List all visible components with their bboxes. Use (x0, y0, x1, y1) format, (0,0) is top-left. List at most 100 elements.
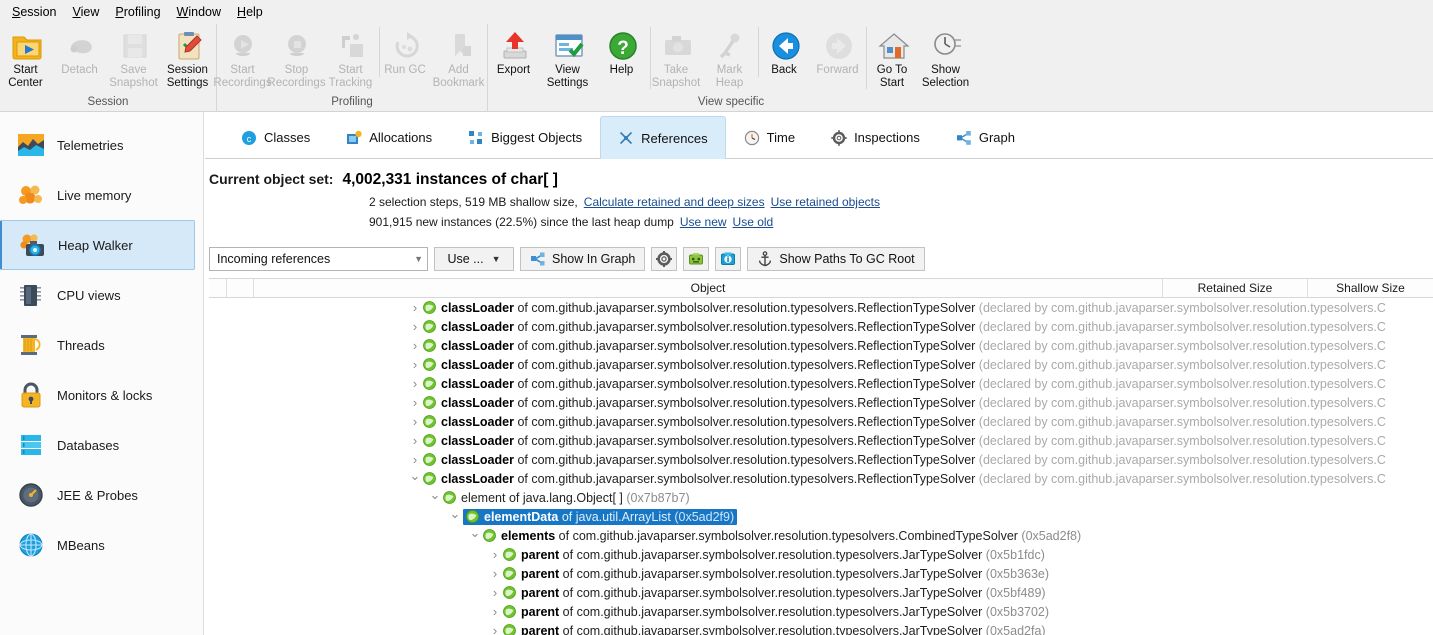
table-row[interactable]: ⌄ elementData of java.util.ArrayList (0x5… (209, 506, 1433, 526)
table-row[interactable]: › parent of com.github.javaparser.symbols… (209, 545, 1433, 564)
view-settings-button[interactable]: View Settings (542, 27, 596, 89)
node-text: parent of com.github.javaparser.symbolso… (521, 586, 1046, 600)
node-text: classLoader of com.github.javaparser.sym… (441, 453, 1386, 467)
use-new-link[interactable]: Use new (680, 215, 727, 229)
node-declared-by: (declared by com.github.javaparser.symbo… (975, 452, 1386, 467)
sidebar-item-threads[interactable]: Threads (0, 320, 203, 370)
node-declared-by: (declared by com.github.javaparser.symbo… (975, 338, 1386, 353)
column-header-spacer1[interactable] (209, 279, 227, 297)
node-type: of com.github.javaparser.symbolsolver.re… (513, 433, 976, 448)
chevron-down-icon[interactable]: ⌄ (469, 525, 481, 541)
chevron-right-icon[interactable]: › (489, 604, 501, 619)
table-row[interactable]: › classLoader of com.github.javaparser.sy… (209, 393, 1433, 412)
table-row[interactable]: › classLoader of com.github.javaparser.sy… (209, 336, 1433, 355)
node-text: classLoader of com.github.javaparser.sym… (441, 396, 1386, 410)
new-instances-text: 901,915 new instances (22.5%) since the … (369, 215, 674, 229)
node-address: (0x5bf489) (982, 585, 1046, 600)
sidebar-item-heap-walker[interactable]: Heap Walker (0, 220, 195, 270)
start-recordings-icon (228, 30, 260, 62)
chevron-right-icon[interactable]: › (489, 623, 501, 635)
object-node-icon (483, 529, 496, 542)
chevron-right-icon[interactable]: › (409, 357, 421, 372)
anchor-icon (757, 251, 773, 267)
show-paths-to-gc-root-button[interactable]: Show Paths To GC Root (747, 247, 925, 271)
column-header-retained-size[interactable]: Retained Size (1163, 279, 1308, 297)
node: parent of com.github.javaparser.symbolso… (503, 586, 1046, 600)
use-button[interactable]: Use ... ▼ (434, 247, 514, 271)
column-header-shallow-size[interactable]: Shallow Size (1308, 279, 1433, 297)
table-row[interactable]: ⌄ elements of com.github.javaparser.symbo… (209, 525, 1433, 545)
menu-item-view[interactable]: View (64, 2, 107, 23)
use-old-link[interactable]: Use old (733, 215, 774, 229)
table-row[interactable]: › classLoader of com.github.javaparser.sy… (209, 412, 1433, 431)
menu-item-profiling[interactable]: Profiling (107, 2, 168, 23)
view-settings-icon (553, 30, 585, 62)
chevron-right-icon[interactable]: › (489, 585, 501, 600)
table-row[interactable]: › classLoader of com.github.javaparser.sy… (209, 298, 1433, 317)
object-info-button[interactable] (715, 247, 742, 271)
sidebar-item-telemetries[interactable]: Telemetries (0, 120, 203, 170)
tab-classes[interactable]: c Classes (223, 116, 328, 158)
menu-item-help[interactable]: Help (229, 2, 271, 23)
detach-label: Detach (61, 64, 98, 76)
chevron-right-icon[interactable]: › (409, 433, 421, 448)
chevron-down-icon[interactable]: ⌄ (409, 468, 421, 484)
table-row[interactable]: › classLoader of com.github.javaparser.sy… (209, 355, 1433, 374)
calculate-retained-deep-sizes-link[interactable]: Calculate retained and deep sizes (584, 195, 765, 209)
reference-mode-select[interactable]: Incoming references ▼ (209, 247, 428, 271)
chevron-right-icon[interactable]: › (489, 547, 501, 562)
menu-item-session[interactable]: Session (4, 2, 64, 23)
tab-graph[interactable]: Graph (938, 116, 1033, 158)
start-center-button[interactable]: Start Center (0, 27, 54, 89)
use-retained-objects-link[interactable]: Use retained objects (771, 195, 880, 209)
help-button[interactable]: ? Help (596, 27, 650, 77)
show-in-graph-button[interactable]: Show In Graph (520, 247, 646, 271)
table-row[interactable]: › parent of com.github.javaparser.symbols… (209, 564, 1433, 583)
column-header-spacer2[interactable] (227, 279, 254, 297)
table-row[interactable]: › classLoader of com.github.javaparser.sy… (209, 450, 1433, 469)
table-row[interactable]: › classLoader of com.github.javaparser.sy… (209, 431, 1433, 450)
table-row[interactable]: ⌄ classLoader of com.github.javaparser.sy… (209, 468, 1433, 488)
table-row[interactable]: › parent of com.github.javaparser.symbols… (209, 621, 1433, 635)
column-header-object[interactable]: Object (254, 279, 1163, 297)
view-settings-label: View Settings (546, 64, 589, 89)
show-selection-button[interactable]: Show Selection (920, 27, 974, 89)
tab-time[interactable]: Time (726, 116, 813, 158)
object-node-icon (423, 472, 436, 485)
export-button[interactable]: Export (488, 27, 542, 77)
tab-biggest-objects[interactable]: Biggest Objects (450, 116, 600, 158)
table-row[interactable]: › parent of com.github.javaparser.symbols… (209, 583, 1433, 602)
chevron-down-icon[interactable]: ⌄ (449, 506, 461, 522)
chevron-right-icon[interactable]: › (409, 395, 421, 410)
sidebar-item-cpu-views[interactable]: CPU views (0, 270, 203, 320)
tab-allocations[interactable]: Allocations (328, 116, 450, 158)
chevron-right-icon[interactable]: › (489, 566, 501, 581)
tab-inspections[interactable]: Inspections (813, 116, 938, 158)
session-settings-button[interactable]: Session Settings (162, 27, 216, 89)
chevron-down-icon[interactable]: ⌄ (429, 487, 441, 503)
chevron-right-icon[interactable]: › (409, 376, 421, 391)
sidebar-item-live-memory[interactable]: Live memory (0, 170, 203, 220)
view-settings-button[interactable] (651, 247, 678, 271)
table-row[interactable]: › classLoader of com.github.javaparser.sy… (209, 317, 1433, 336)
go-to-start-button[interactable]: Go To Start (866, 27, 920, 89)
chevron-right-icon[interactable]: › (409, 300, 421, 315)
tab-references[interactable]: References (600, 116, 726, 159)
chevron-right-icon[interactable]: › (409, 414, 421, 429)
chevron-right-icon[interactable]: › (409, 338, 421, 353)
sidebar-item-databases[interactable]: Databases (0, 420, 203, 470)
sidebar-item-monitors-locks[interactable]: Monitors & locks (0, 370, 203, 420)
sidebar-item-mbeans[interactable]: MBeans (0, 520, 203, 570)
menu-item-window[interactable]: Window (169, 2, 229, 23)
table-body: › classLoader of com.github.javaparser.sy… (209, 298, 1433, 635)
show-selection-icon (931, 30, 963, 62)
table-row[interactable]: › classLoader of com.github.javaparser.sy… (209, 374, 1433, 393)
chevron-right-icon[interactable]: › (409, 319, 421, 334)
table-row[interactable]: ⌄ element of java.lang.Object[ ] (0x7b87b… (209, 487, 1433, 507)
back-button[interactable]: Back (758, 27, 812, 77)
sidebar-item-jee-probes[interactable]: JEE & Probes (0, 470, 203, 520)
mark-heap-button[interactable] (683, 247, 710, 271)
table-row[interactable]: › parent of com.github.javaparser.symbols… (209, 602, 1433, 621)
chevron-right-icon[interactable]: › (409, 452, 421, 467)
menu-bar: Session View Profiling Window Help (0, 0, 1433, 24)
